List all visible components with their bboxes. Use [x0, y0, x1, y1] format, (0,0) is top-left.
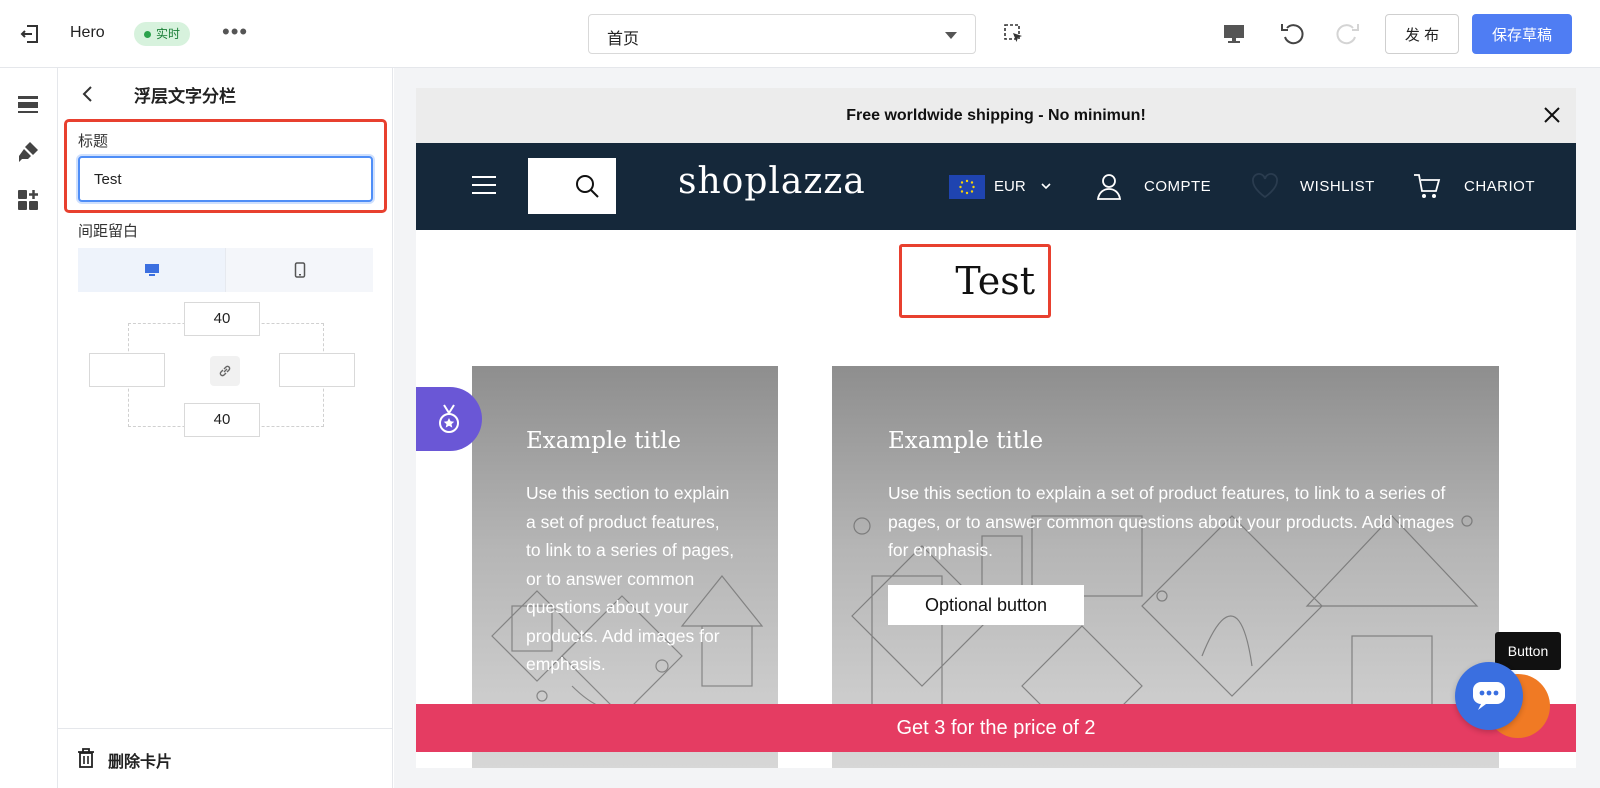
search-icon — [576, 175, 599, 198]
device-toggle — [78, 248, 373, 292]
section-heading[interactable]: Test — [901, 246, 1049, 316]
store-header: shoplazza EUR COMPTE WISHLIST CHARIOT — [416, 143, 1576, 230]
button-tooltip: Button — [1495, 632, 1561, 670]
redo-icon[interactable] — [1334, 20, 1362, 48]
wishlist-heart-icon[interactable] — [1250, 171, 1280, 201]
panel-footer: 删除卡片 — [58, 728, 393, 788]
left-rail — [0, 68, 58, 788]
store-preview: Free worldwide shipping - No minimun! sh… — [416, 88, 1576, 768]
chevron-down-icon — [1041, 183, 1051, 190]
desktop-icon — [144, 264, 159, 276]
panel-title: 浮层文字分栏 — [134, 87, 236, 106]
chat-bubble-icon — [1473, 682, 1505, 710]
desktop-spacing-tab[interactable] — [78, 248, 225, 292]
optional-button[interactable]: Optional button — [888, 585, 1084, 625]
eu-flag-icon — [949, 175, 985, 199]
delete-card-button[interactable]: 删除卡片 — [108, 748, 172, 772]
link-icon — [219, 365, 231, 377]
undo-icon[interactable] — [1278, 20, 1306, 48]
announcement-text: Free worldwide shipping - No minimun! — [846, 107, 1146, 124]
store-logo[interactable]: shoplazza — [678, 161, 866, 202]
title-field-label: 标题 — [78, 133, 109, 150]
sections-icon[interactable] — [16, 92, 40, 116]
cart-link[interactable]: CHARIOT — [1464, 178, 1535, 195]
theme-brush-icon[interactable] — [16, 140, 40, 164]
padding-left-input[interactable] — [89, 353, 165, 387]
spacing-label: 间距留白 — [78, 223, 139, 240]
link-padding-button[interactable] — [210, 356, 240, 386]
hamburger-menu-icon[interactable] — [470, 173, 498, 197]
card-description: Use this section to explain a set of pro… — [888, 483, 1455, 560]
currency-selector[interactable]: EUR — [994, 178, 1026, 195]
mobile-spacing-tab[interactable] — [225, 248, 373, 292]
live-status-badge: 实时 — [134, 22, 191, 46]
trash-icon[interactable] — [76, 747, 96, 769]
chat-button[interactable] — [1455, 662, 1523, 730]
save-draft-button[interactable]: 保存草稿 — [1472, 14, 1572, 54]
account-icon[interactable] — [1094, 171, 1124, 201]
apps-icon[interactable] — [16, 188, 40, 212]
padding-top-input[interactable]: 40 — [184, 302, 260, 336]
padding-bottom-input[interactable]: 40 — [184, 403, 260, 437]
announcement-bar: Free worldwide shipping - No minimun! — [416, 88, 1576, 143]
card-title: Example title — [888, 428, 1044, 454]
select-element-icon[interactable] — [1004, 24, 1024, 44]
promo-bar[interactable]: Get 3 for the price of 2 — [416, 704, 1576, 752]
page-select-value: 首页 — [607, 31, 640, 48]
app-title: Hero — [70, 24, 105, 41]
rewards-tab[interactable] — [416, 387, 482, 451]
title-input[interactable] — [78, 156, 373, 202]
more-options-icon[interactable]: ••• — [222, 20, 248, 44]
account-link[interactable]: COMPTE — [1144, 178, 1211, 195]
card-description: Use this section to explain a set of pro… — [526, 483, 735, 674]
desktop-view-icon[interactable] — [1222, 22, 1246, 46]
publish-button[interactable]: 发 布 — [1385, 14, 1459, 54]
chevron-down-icon — [945, 32, 957, 39]
back-arrow-icon[interactable] — [78, 82, 98, 106]
wishlist-link[interactable]: WISHLIST — [1300, 178, 1375, 195]
close-icon[interactable] — [1542, 105, 1562, 125]
mobile-icon — [294, 262, 305, 278]
card-title: Example title — [526, 428, 682, 454]
settings-panel: 浮层文字分栏 标题 间距留白 40 40 删除卡片 — [58, 68, 393, 788]
medal-icon — [439, 404, 459, 433]
search-box[interactable] — [528, 158, 616, 214]
top-bar: Hero 实时 ••• 首页 发 布 保存草稿 — [0, 0, 1600, 68]
padding-right-input[interactable] — [279, 353, 355, 387]
cart-icon[interactable] — [1412, 171, 1442, 201]
page-select[interactable]: 首页 — [588, 14, 976, 54]
exit-icon[interactable] — [16, 20, 44, 48]
